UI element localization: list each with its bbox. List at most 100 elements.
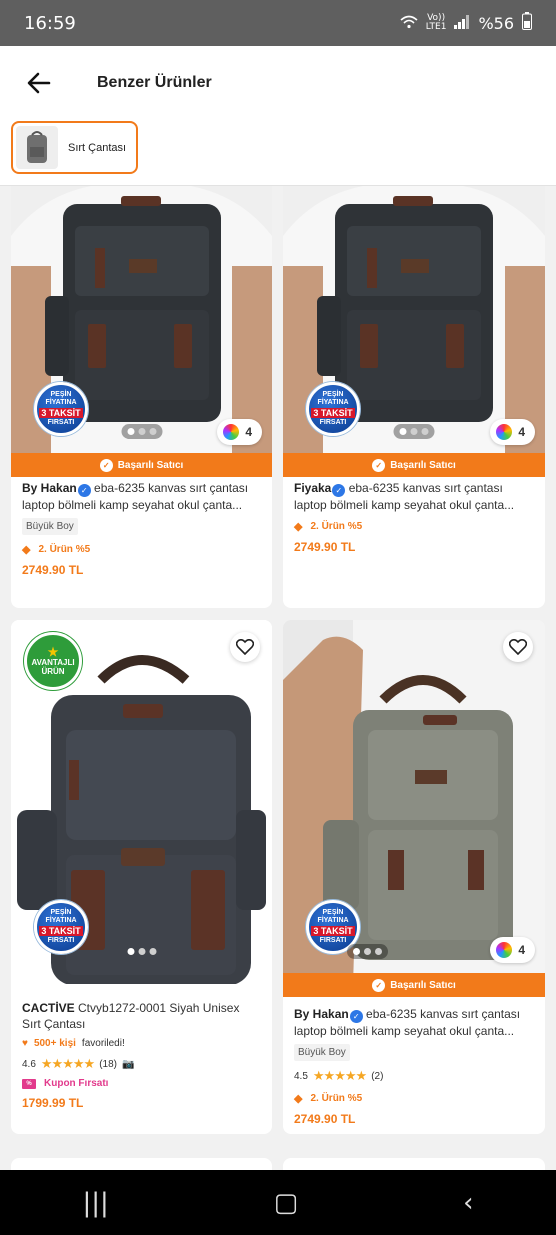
pager-dot — [375, 948, 382, 955]
product-image[interactable]: ★ AVANTAJLI ÜRÜN PEŞİN FİYATINA 3 TAKSİT… — [11, 620, 272, 984]
image-pager-dots[interactable] — [347, 944, 388, 959]
product-price: 2749.90 TL — [294, 540, 356, 554]
chip-thumbnail — [16, 126, 58, 169]
seller-label: Başarılı Satıcı — [390, 979, 456, 991]
seller-badge-icon: ✓ — [372, 458, 386, 472]
network-label: Vo)) LTE1 — [426, 14, 447, 32]
badge-text: PEŞİN — [322, 909, 344, 916]
battery-label: %56 — [478, 13, 514, 33]
pager-dot — [421, 428, 429, 435]
favorites-count: 500+ kişi — [33, 1038, 76, 1049]
seller-label: Başarılı Satıcı — [117, 459, 184, 471]
product-card[interactable]: ★ AVANTAJLI ÜRÜN PEŞİN FİYATINA 3 TAKSİT… — [11, 620, 272, 1134]
promo-tag-icon: ◆ — [22, 544, 31, 556]
verified-icon: ✓ — [77, 484, 91, 497]
wifi-icon — [400, 14, 418, 33]
badge-text: FİYATINA — [317, 917, 349, 924]
pager-dot — [364, 948, 371, 955]
status-icons: Vo)) LTE1 %56 — [400, 12, 532, 34]
seller-badge-icon: ✓ — [372, 978, 386, 992]
verified-icon: ✓ — [332, 484, 346, 497]
badge-text: FIRSATI — [319, 419, 347, 426]
rating-line: 4.5 ★★★★★ (2) — [294, 1068, 534, 1084]
product-grid: PEŞİN FİYATINA 3 TAKSİT FIRSATI 4 ✓ Başa… — [0, 186, 556, 1170]
product-name: By Hakan ✓ eba-6235 kanvas sırt çantası l… — [294, 1006, 534, 1038]
badge-text: PEŞİN — [50, 909, 72, 916]
pager-dot — [399, 428, 407, 435]
battery-icon — [522, 12, 532, 34]
favorite-heart-icon[interactable] — [503, 632, 533, 662]
seller-label: Başarılı Satıcı — [390, 459, 456, 471]
product-image[interactable]: PEŞİN FİYATINA 3 TAKSİT FIRSATI 4 — [283, 186, 545, 466]
product-image[interactable]: PEŞİN FİYATINA 3 TAKSİT FIRSATI 4 — [11, 186, 272, 466]
badge-text: 3 TAKSİT — [311, 926, 355, 936]
product-brand: By Hakan — [22, 481, 77, 495]
product-name: Fiyaka ✓ eba-6235 kanvas sırt çantası lap… — [294, 480, 534, 512]
seller-badge-icon: ✓ — [99, 458, 113, 472]
product-info: By Hakan ✓ eba-6235 kanvas sırt çantası l… — [11, 466, 272, 577]
category-chip[interactable]: Sırt Çantası — [11, 121, 138, 174]
color-options-badge[interactable]: 4 — [490, 419, 535, 445]
badge-text: FİYATINA — [317, 399, 349, 406]
image-pager-dots[interactable] — [121, 944, 162, 959]
product-card[interactable]: PEŞİN FİYATINA 3 TAKSİT FIRSATI 4 ✓ Başa… — [283, 620, 545, 1134]
seller-banner: ✓ Başarılı Satıcı — [283, 973, 545, 997]
signal-icon — [454, 14, 470, 33]
coupon-icon: % — [22, 1078, 36, 1089]
badge-text: ÜRÜN — [41, 667, 65, 676]
favorite-heart-icon[interactable] — [230, 632, 260, 662]
review-count: (18) — [99, 1058, 117, 1070]
product-price: 2749.90 TL — [22, 563, 84, 577]
pager-dot — [353, 948, 360, 955]
color-swatch-icon — [496, 942, 513, 958]
coupon-text: Kupon Fırsatı — [44, 1078, 109, 1089]
badge-text: 3 TAKSİT — [39, 926, 83, 936]
seller-banner: ✓ Başarılı Satıcı — [283, 453, 545, 477]
color-count: 4 — [245, 425, 252, 439]
rating-value: 4.6 — [22, 1058, 36, 1070]
badge-text: PEŞİN — [322, 391, 344, 398]
product-card[interactable] — [283, 1158, 545, 1170]
product-brand: By Hakan — [294, 1007, 349, 1021]
color-swatch-icon — [223, 424, 240, 440]
product-image[interactable]: PEŞİN FİYATINA 3 TAKSİT FIRSATI 4 — [283, 620, 545, 986]
rating-value: 4.5 — [294, 1070, 308, 1082]
pager-dot — [410, 428, 418, 435]
product-info: By Hakan ✓ eba-6235 kanvas sırt çantası l… — [283, 986, 545, 1126]
badge-text: FIRSATI — [47, 419, 75, 426]
pager-dot — [138, 948, 145, 955]
network-line-2: LTE1 — [425, 22, 447, 32]
home-icon[interactable]: ▢ — [274, 1188, 299, 1218]
installment-badge: PEŞİN FİYATINA 3 TAKSİT FIRSATI — [306, 382, 360, 436]
heart-icon: ♥ — [22, 1038, 28, 1049]
badge-text: 3 TAKSİT — [39, 408, 83, 418]
product-name: By Hakan ✓ eba-6235 kanvas sırt çantası l… — [22, 480, 261, 512]
back-nav-icon[interactable]: ‹ — [463, 1188, 473, 1218]
product-info: Fiyaka ✓ eba-6235 kanvas sırt çantası lap… — [283, 466, 545, 554]
promo-text: 2. Ürün %5 — [310, 521, 363, 532]
promo-tag-icon: ◆ — [294, 1093, 303, 1105]
product-card[interactable] — [11, 1158, 272, 1170]
size-tag: Büyük Boy — [294, 1044, 350, 1061]
verified-icon: ✓ — [349, 1010, 363, 1023]
rating-line: 4.6 ★★★★★ (18) 📷 — [22, 1056, 261, 1072]
badge-text: FIRSATI — [47, 937, 75, 944]
installment-badge: PEŞİN FİYATINA 3 TAKSİT FIRSATI — [34, 382, 88, 436]
image-pager-dots[interactable] — [393, 424, 435, 439]
recent-apps-icon[interactable]: ||| — [82, 1188, 108, 1218]
image-pager-dots[interactable] — [121, 424, 162, 439]
product-brand: Fiyaka — [294, 481, 332, 495]
product-card[interactable]: PEŞİN FİYATINA 3 TAKSİT FIRSATI 4 ✓ Başa… — [283, 186, 545, 608]
pager-dot — [127, 428, 134, 435]
back-arrow-icon[interactable] — [24, 68, 54, 98]
promo-line: ◆ 2. Ürün %5 — [22, 543, 261, 556]
color-options-badge[interactable]: 4 — [217, 419, 262, 445]
promo-text: 2. Ürün %5 — [310, 1093, 363, 1104]
pager-dot — [149, 428, 156, 435]
color-options-badge[interactable]: 4 — [490, 937, 535, 963]
size-tag: Büyük Boy — [22, 518, 78, 535]
product-price: 2749.90 TL — [294, 1112, 356, 1126]
badge-text: AVANTAJLI — [31, 658, 75, 667]
product-card[interactable]: PEŞİN FİYATINA 3 TAKSİT FIRSATI 4 ✓ Başa… — [11, 186, 272, 608]
rating-stars-icon: ★★★★★ — [40, 1056, 95, 1071]
